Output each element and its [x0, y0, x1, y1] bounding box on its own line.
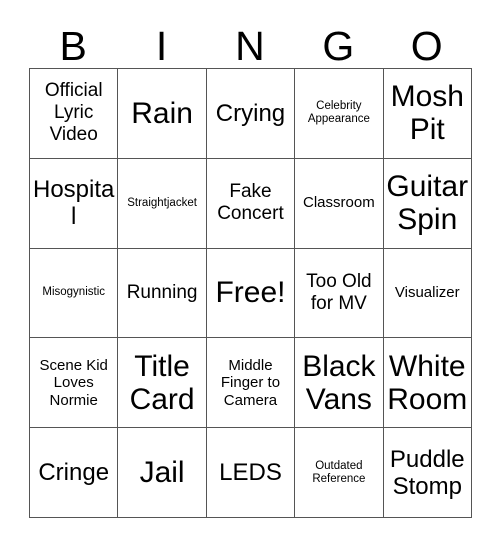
- bingo-row: Hospital Straightjacket Fake Concert Classr…: [28, 157, 472, 249]
- bingo-cell[interactable]: Puddle Stomp: [382, 427, 472, 518]
- bingo-cell[interactable]: Jail: [117, 427, 207, 518]
- bingo-header-letter-g: G: [322, 23, 355, 69]
- bingo-row: Scene Kid Loves Normie Title Card Middle F…: [28, 337, 472, 429]
- bingo-cell[interactable]: Crying: [205, 68, 296, 159]
- bingo-cell[interactable]: Black Vans: [294, 337, 384, 429]
- bingo-cell[interactable]: LEDS: [205, 427, 296, 518]
- bingo-cell[interactable]: Scene Kid Loves Normie: [28, 337, 119, 429]
- bingo-cell[interactable]: Straightjacket: [117, 157, 207, 249]
- bingo-cell[interactable]: Visualizer: [382, 247, 472, 339]
- bingo-cell[interactable]: Guitar Spin: [382, 157, 472, 249]
- bingo-card: B I N G O Official Lyric Video Rain Crying Cele…: [28, 14, 472, 518]
- bingo-cell[interactable]: White Room: [382, 337, 472, 429]
- bingo-header-letter-o: O: [410, 23, 443, 69]
- bingo-cell[interactable]: Free!: [205, 247, 296, 339]
- bingo-cell[interactable]: Outdated Reference: [294, 427, 384, 518]
- bingo-header-letter-i: I: [155, 23, 168, 69]
- bingo-cell[interactable]: Too Old for MV: [294, 247, 384, 339]
- bingo-row: Misogynistic Running Free! Too Old for MV Vi…: [28, 247, 472, 339]
- bingo-cell[interactable]: Fake Concert: [205, 157, 296, 249]
- bingo-row: Official Lyric Video Rain Crying Celebrity …: [28, 68, 472, 159]
- bingo-header-row: BINGO: [29, 14, 471, 68]
- bingo-row: Cringe Jail LEDS Outdated Reference Puddle S…: [28, 427, 472, 518]
- bingo-cell[interactable]: Classroom: [294, 157, 384, 249]
- bingo-cell[interactable]: Hospital: [28, 157, 119, 249]
- bingo-grid: Official Lyric Video Rain Crying Celebrity …: [28, 68, 472, 518]
- bingo-cell[interactable]: Running: [117, 247, 207, 339]
- bingo-header-letter-n: N: [235, 23, 265, 69]
- bingo-grid-body: Official Lyric Video Rain Crying Celebrity …: [28, 68, 472, 518]
- bingo-cell[interactable]: Title Card: [117, 337, 207, 429]
- bingo-cell[interactable]: Rain: [117, 68, 207, 159]
- bingo-cell[interactable]: Middle Finger to Camera: [205, 337, 296, 429]
- bingo-cell[interactable]: Mosh Pit: [382, 68, 472, 159]
- bingo-cell[interactable]: Official Lyric Video: [28, 68, 119, 159]
- bingo-cell[interactable]: Misogynistic: [28, 247, 119, 339]
- bingo-header-letter-b: B: [59, 23, 87, 69]
- bingo-cell[interactable]: Cringe: [28, 427, 119, 518]
- bingo-cell[interactable]: Celebrity Appearance: [294, 68, 384, 159]
